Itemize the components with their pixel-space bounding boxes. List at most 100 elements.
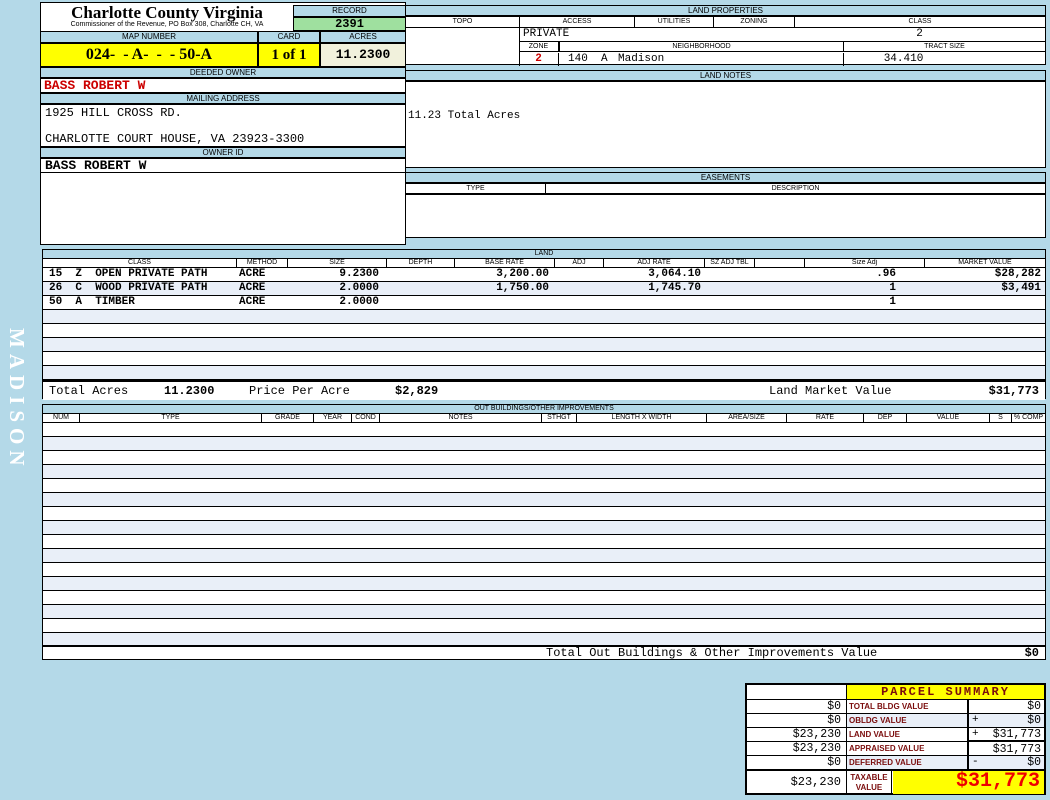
land-row-method: ACRE [239, 296, 266, 308]
county-title: Charlotte County Virginia [71, 3, 263, 22]
summary-op: + [972, 714, 979, 726]
neighborhood-label: NEIGHBORHOOD [559, 41, 843, 52]
zone-label: ZONE [519, 41, 559, 52]
county-subtitle: Commissioner of the Revenue, PO Box 308,… [70, 21, 264, 28]
district-vertical-label: MADISON [5, 328, 29, 472]
outb-h-rate: RATE [786, 414, 863, 422]
land-h-adj: ADJ [554, 259, 603, 267]
summary-value-cell: + $0 [967, 714, 1044, 727]
price-per-acre-value: $2,829 [395, 384, 439, 398]
land-h-size: SIZE [287, 259, 386, 267]
parcel-summary-title: PARCEL SUMMARY [847, 685, 1044, 699]
outb-h-value: VALUE [906, 414, 989, 422]
summary-row: $0 DEFERRED VALUE - $0 [747, 756, 1044, 770]
easements-title: EASEMENTS [405, 172, 1046, 183]
outb-h-dep: DEP [863, 414, 906, 422]
summary-value: $0 [1027, 756, 1041, 769]
land-row: 15 Z OPEN PRIVATE PATH ACRE 9.2300 3,200… [43, 268, 1045, 282]
outb-h-area-size: AREA/SIZE [706, 414, 786, 422]
land-row-size: 2.0000 [339, 282, 379, 294]
card-value: 1 of 1 [258, 43, 320, 67]
owner-id-value: BASS ROBERT W [40, 158, 406, 173]
outb-h-type: TYPE [79, 414, 261, 422]
record-value: 2391 [293, 17, 406, 31]
land-market-value: $31,773 [988, 384, 1039, 398]
land-h-depth: DEPTH [386, 259, 454, 267]
land-row-class: 15 Z OPEN PRIVATE PATH [49, 268, 208, 280]
summary-prev-value: $23,230 [747, 742, 847, 755]
outb-total-value: $0 [1024, 646, 1039, 660]
map-number-label: MAP NUMBER [40, 31, 258, 43]
summary-label: DEFERRED VALUE [849, 758, 922, 767]
summary-value-cell: - $0 [967, 756, 1044, 769]
map-number-value: 024- - A- - - 50-A [40, 43, 258, 67]
land-row-base-rate: 3,200.00 [496, 268, 549, 280]
land-h-blank [754, 259, 804, 267]
summary-row: $0 OBLDG VALUE + $0 [747, 714, 1044, 728]
taxable-value-amount: $31,773 [893, 771, 1044, 794]
land-h-market-value: MARKET VALUE [924, 259, 1045, 267]
summary-value: $31,773 [992, 743, 1041, 756]
zone-value: 2 [519, 53, 559, 66]
col-zoning: ZONING [713, 17, 794, 28]
land-h-sz-adj-tbl: SZ ADJ TBL [704, 259, 754, 267]
summary-value: $0 [1027, 700, 1041, 713]
land-h-base-rate: BASE RATE [454, 259, 554, 267]
acres-value: 11.2300 [320, 43, 406, 67]
taxable-prev-value: $23,230 [747, 771, 847, 794]
col-access: ACCESS [519, 17, 634, 28]
tract-size-label: TRACT SIZE [843, 41, 1045, 52]
land-table-header-row: CLASS METHOD SIZE DEPTH BASE RATE ADJ AD… [43, 259, 1045, 268]
outb-h-pct-comp: % COMP [1011, 414, 1045, 422]
land-note: 11.23 Total Acres [408, 110, 521, 122]
deeded-owner-value: BASS ROBERT W [40, 78, 406, 93]
summary-prev-value: $0 [747, 714, 847, 727]
land-row-class: 26 C WOOD PRIVATE PATH [49, 282, 208, 294]
outb-h-sthgt: STHGT [541, 414, 576, 422]
outb-h-notes: NOTES [379, 414, 541, 422]
land-row: 50 A TIMBER ACRE 2.0000 1 [43, 296, 1045, 310]
easements-col-type: TYPE [406, 184, 546, 194]
land-row-base-rate: 1,750.00 [496, 282, 549, 294]
easements-header: TYPE DESCRIPTION [405, 183, 1046, 194]
taxable-label: TAXABLE VALUE [847, 771, 892, 794]
out-buildings-table: OUT BUILDINGS/OTHER IMPROVEMENTS NUM TYP… [42, 404, 1046, 660]
summary-label: TOTAL BLDG VALUE [849, 702, 929, 711]
summary-value: $0 [1027, 714, 1041, 727]
outb-h-num: NUM [53, 414, 69, 421]
total-acres-label: Total Acres [49, 384, 129, 398]
neighborhood-value: Madison [618, 53, 665, 65]
summary-value-cell: $31,773 [967, 740, 1044, 756]
easements-col-description: DESCRIPTION [771, 185, 820, 192]
land-row-adj-rate: 3,064.10 [648, 268, 701, 280]
summary-label: LAND VALUE [849, 730, 900, 739]
land-row-market-value: $28,282 [994, 268, 1041, 280]
land-notes-title: LAND NOTES [405, 70, 1046, 81]
summary-op: - [972, 756, 979, 768]
land-h-method: METHOD [236, 259, 287, 267]
parcel-summary-header-blank [747, 685, 847, 699]
land-row-market-value: $3,491 [1001, 282, 1041, 294]
mailing-address-label: MAILING ADDRESS [40, 93, 406, 104]
land-h-class: CLASS [128, 259, 151, 266]
land-market-value-label: Land Market Value [769, 384, 892, 398]
land-row-size-adj: .96 [876, 268, 896, 280]
land-notes-box: 11.23 Total Acres [405, 81, 1046, 168]
parcel-summary: PARCEL SUMMARY $0 TOTAL BLDG VALUE $0 $0… [745, 683, 1046, 795]
land-empty-rows [43, 310, 1045, 380]
land-row-method: ACRE [239, 268, 266, 280]
col-utilities: UTILITIES [634, 17, 713, 28]
land-properties-title: LAND PROPERTIES [405, 5, 1046, 16]
zone-code: 140 A [568, 53, 608, 65]
land-row-size-adj: 1 [889, 296, 896, 308]
land-row-size: 2.0000 [339, 296, 379, 308]
property-record-card: MADISON Charlotte County Virginia Commis… [0, 0, 1050, 800]
taxable-row: $23,230 TAXABLE VALUE $31,773 [747, 770, 1044, 794]
card-label: CARD [258, 31, 320, 43]
total-acres-value: 11.2300 [164, 384, 215, 398]
summary-prev-value: $23,230 [747, 728, 847, 741]
out-buildings-header-row: NUM TYPE GRADE YEAR COND NOTES STHGT LEN… [43, 414, 1045, 423]
land-properties-box: TOPO ACCESS UTILITIES ZONING CLASS PRIVA… [405, 16, 1046, 66]
land-row-class: 50 A TIMBER [49, 296, 135, 308]
summary-prev-value: $0 [747, 756, 847, 769]
